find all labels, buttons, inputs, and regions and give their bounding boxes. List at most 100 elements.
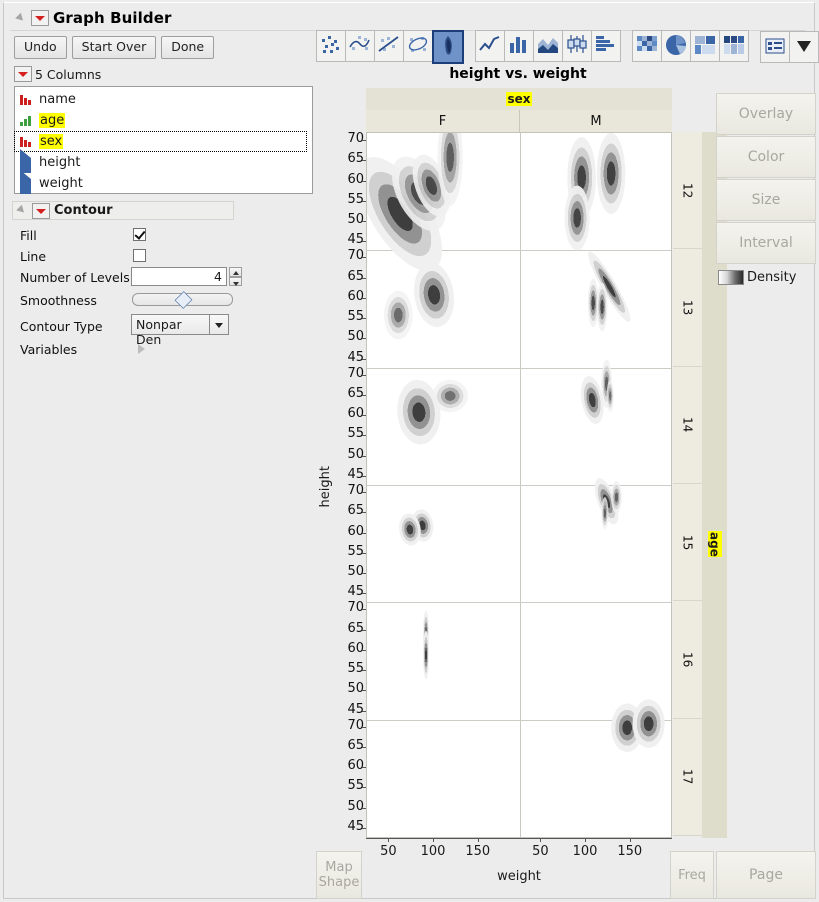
y-axis-tick-mark [362,807,366,809]
size-drop-zone[interactable]: Size [716,179,816,221]
density-blob [611,480,622,514]
graph-type-toolbar[interactable] [316,30,819,64]
contour-panel-header[interactable]: Contour [12,201,234,220]
points-icon[interactable] [316,30,346,62]
density-blob [414,262,455,328]
y-axis-tick-label: 65 [347,503,364,519]
column-level-header-row: FM [366,110,672,132]
y-axis-tick-mark [362,629,366,631]
facet-cell-F-12 [367,133,463,271]
smoother-icon[interactable] [345,30,375,62]
y-axis-tick-label: 55 [347,191,364,207]
freq-drop-zone[interactable]: Freq [670,851,714,899]
column-list-item-label: height [39,155,81,170]
column-list-item-label: weight [39,176,83,191]
column-level-M: M [519,110,672,132]
drop-zone-column: Overlay Color Size Interval [716,93,816,265]
area-chart-icon[interactable] [533,30,563,62]
smoothness-slider[interactable] [132,291,233,309]
number-of-levels-input[interactable]: 4 [131,267,227,286]
columns-count-label: 5 Columns [35,66,102,82]
y-axis-tick-label: 50 [347,798,364,814]
contour-type-select[interactable]: Nonpar Den [131,314,229,347]
row-level-label: 14 [680,417,695,433]
contour-type-label: Contour Type [20,319,103,334]
contour-icon[interactable] [432,30,464,64]
legend-settings-icon[interactable] [760,31,790,63]
y-axis-tick-label: 50 [347,446,364,462]
line-checkbox[interactable] [133,249,146,262]
facet-cell-F-14 [397,379,469,445]
column-list-item[interactable]: height [17,149,312,173]
disclosure-triangle-icon[interactable] [16,13,27,24]
x-axis-line [366,838,672,839]
interval-drop-zone[interactable]: Interval [716,222,816,264]
plot-type-group [316,30,749,64]
columns-list[interactable]: name age sex height weight [14,86,313,194]
y-axis-tick-label: 70 [347,131,364,147]
x-axis-tick-mark [433,838,435,842]
y-axis-title-wrap: height [318,466,333,510]
y-axis-tick-label: 45 [347,232,364,248]
toolbar-separator [620,30,632,64]
number-of-levels-stepper[interactable] [229,267,242,286]
y-axis-tick-label: 65 [347,268,364,284]
undo-button[interactable]: Undo [14,36,67,59]
row-level-15: 15 [673,484,702,602]
start-over-button[interactable]: Start Over [71,36,157,59]
density-legend-label: Density [747,270,797,285]
variables-expand-icon[interactable] [138,344,145,354]
facet-cell-M-15 [594,478,622,530]
column-list-item-label: name [39,92,76,107]
density-blob [383,290,413,340]
column-list-item[interactable]: age [17,110,312,131]
column-list-item[interactable]: name [17,89,312,110]
fill-label: Fill [20,228,37,243]
y-axis-tick-mark [362,394,366,396]
x-axis-tick-mark [585,838,587,842]
page-drop-zone[interactable]: Page [716,851,816,899]
map-shape-drop-zone[interactable]: Map Shape [316,851,362,899]
y-axis-tick-label: 50 [347,564,364,579]
y-axis-tick-mark [362,318,366,320]
contour-disclosure-icon[interactable] [17,205,28,216]
row-level-label: 16 [680,651,695,668]
row-level-label: 12 [680,182,695,198]
y-axis-tick-mark [362,374,366,376]
plot-area[interactable] [366,132,672,838]
pie-chart-icon[interactable] [661,30,691,62]
dropdown-menu-icon[interactable] [789,31,819,63]
column-list-item[interactable]: sex [14,131,307,152]
line-of-fit-icon[interactable] [374,30,404,62]
treemap-icon[interactable] [690,30,720,62]
color-drop-zone[interactable]: Color [716,136,816,178]
column-list-item[interactable]: weight [17,170,312,194]
done-button[interactable]: Done [161,36,215,59]
map-shape-line2: Shape [318,875,360,890]
y-axis-tick-label: 70 [347,365,364,381]
row-level-17: 17 [673,718,702,836]
histogram-icon[interactable] [591,30,621,62]
ellipse-icon[interactable] [403,30,433,62]
heatmap-icon[interactable] [632,30,662,62]
density-blob [564,185,590,251]
ordinal-bar-icon [20,115,33,126]
bar-chart-icon[interactable] [504,30,534,62]
chevron-down-icon[interactable] [210,314,229,335]
fill-checkbox[interactable] [133,228,146,241]
overlay-drop-zone[interactable]: Overlay [716,93,816,135]
action-button-row: Undo Start Over Done [14,36,215,59]
box-plot-icon[interactable] [562,30,592,62]
contour-panel-title: Contour [54,203,113,218]
y-axis-tick-mark [362,221,366,222]
mosaic-icon[interactable] [719,30,749,62]
contour-red-triangle-icon[interactable] [32,202,50,219]
line-chart-icon[interactable] [475,30,505,62]
row-level-16: 16 [673,601,702,719]
contour-type-value: Nonpar Den [131,314,210,347]
density-blob [432,379,469,413]
columns-panel-header[interactable]: 5 Columns [14,66,101,82]
x-axis-tick-label: 100 [572,844,598,859]
columns-red-triangle-icon[interactable] [14,66,32,82]
red-triangle-menu-icon[interactable] [31,10,49,26]
